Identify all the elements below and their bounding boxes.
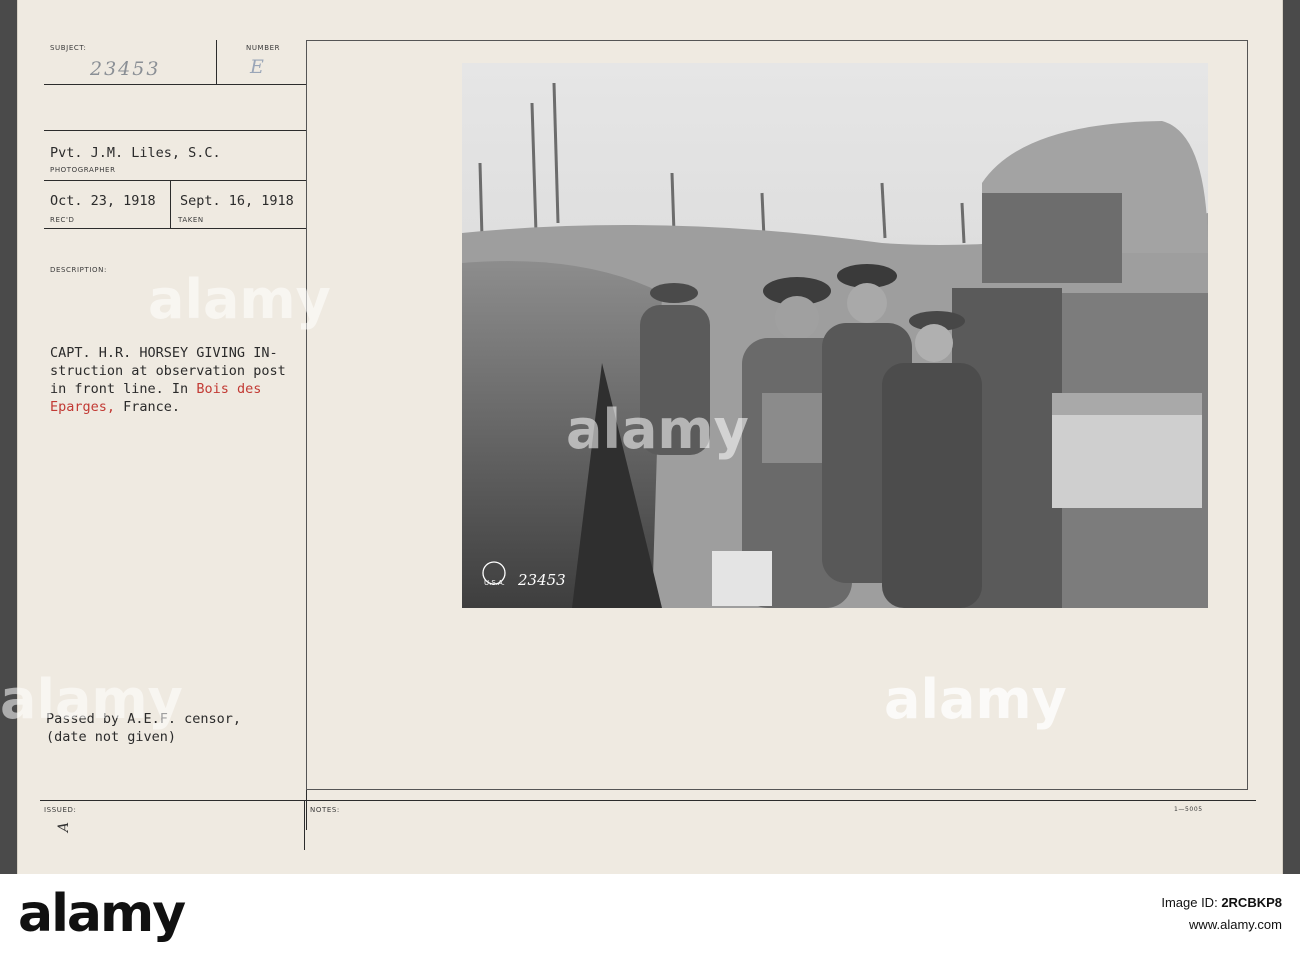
received-date: Oct. 23, 1918	[50, 193, 156, 209]
censor-line-2: (date not given)	[46, 729, 177, 745]
footer-rule	[40, 800, 1256, 801]
issued-mark: A	[56, 819, 73, 833]
date-divider	[170, 180, 171, 228]
description-line-2: struction at observation post	[50, 363, 286, 379]
place-name-red: Bois des	[196, 381, 262, 397]
watermark: alamy	[566, 398, 749, 461]
subject-label: SUBJECT:	[50, 44, 87, 52]
subject-number: 23453	[90, 58, 161, 80]
photographer-label: PHOTOGRAPHER	[50, 166, 116, 174]
number-value: E	[250, 56, 266, 78]
alamy-logo: alamy	[18, 884, 186, 944]
subject-number-divider	[216, 40, 217, 84]
form-number: 1—5005	[1174, 806, 1203, 813]
description-line-3: in front line. In Bois des	[50, 381, 262, 397]
description-label: DESCRIPTION:	[50, 266, 107, 274]
subject-row-rule	[44, 84, 306, 85]
watermark: alamy	[884, 668, 1067, 731]
received-label: REC'D	[50, 216, 75, 224]
notes-label: NOTES:	[310, 806, 340, 814]
place-name-red-2: Eparges,	[50, 399, 116, 415]
photographer-bottom-rule	[44, 180, 306, 181]
photographer-top-rule	[44, 130, 306, 131]
description-line-1: CAPT. H.R. HORSEY GIVING IN-	[50, 345, 278, 361]
image-info: Image ID: 2RCBKP8 www.alamy.com	[1161, 892, 1282, 936]
trench-scene-illustration: U.S.A. 23453	[462, 63, 1208, 608]
photographer-name: Pvt. J.M. Liles, S.C.	[50, 145, 221, 161]
photo-stamp-number: 23453	[517, 571, 566, 589]
stock-footer-bar: alamy Image ID: 2RCBKP8 www.alamy.com	[0, 874, 1300, 962]
watermark: alamy	[148, 268, 331, 331]
image-id-label: Image ID:	[1161, 895, 1218, 910]
taken-label: TAKEN	[178, 216, 204, 224]
taken-date: Sept. 16, 1918	[180, 193, 294, 209]
watermark: alamy	[0, 668, 183, 731]
description-line-4: Eparges, France.	[50, 399, 181, 415]
image-id: 2RCBKP8	[1221, 895, 1282, 910]
issued-label: ISSUED:	[44, 806, 77, 814]
trench-photograph: U.S.A. 23453	[462, 63, 1208, 608]
issued-notes-divider	[304, 800, 305, 850]
site-url: www.alamy.com	[1189, 917, 1282, 932]
dates-bottom-rule	[44, 228, 306, 229]
number-label: NUMBER	[246, 44, 281, 52]
